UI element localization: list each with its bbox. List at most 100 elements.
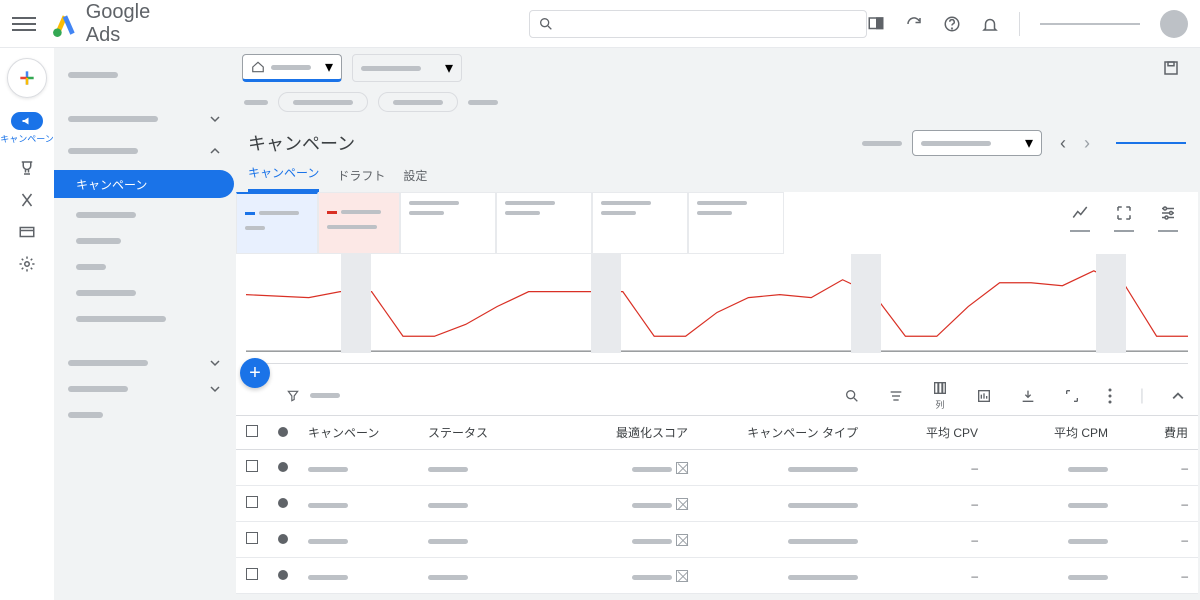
nav-item[interactable] xyxy=(54,350,234,376)
bell-icon[interactable] xyxy=(981,15,999,33)
columns-button[interactable]: 列 xyxy=(932,380,948,411)
search-icon xyxy=(538,16,554,32)
nav-item[interactable] xyxy=(54,228,234,254)
row-checkbox[interactable] xyxy=(246,532,258,544)
nav-item[interactable] xyxy=(54,202,234,228)
scorecard[interactable] xyxy=(318,192,400,254)
download-icon[interactable] xyxy=(1020,388,1036,404)
table-row[interactable]: –– xyxy=(236,558,1198,594)
scorecards xyxy=(236,192,1198,254)
status-header-icon xyxy=(278,427,288,437)
tab-settings[interactable]: 設定 xyxy=(403,167,427,192)
opt-score-icon xyxy=(676,462,688,474)
reports-icon[interactable] xyxy=(976,388,992,404)
left-rail: キャンペーン xyxy=(0,48,54,600)
nav-item[interactable] xyxy=(54,280,234,306)
avatar[interactable] xyxy=(1160,10,1188,38)
date-next[interactable]: › xyxy=(1076,132,1098,154)
table-toolbar: 列 | xyxy=(236,374,1198,415)
separator xyxy=(1019,12,1020,36)
settings-icon[interactable] xyxy=(18,255,36,273)
menu-icon[interactable] xyxy=(12,12,36,36)
expand-button[interactable] xyxy=(1114,204,1134,232)
select-all-checkbox[interactable] xyxy=(246,425,258,437)
filter-chip[interactable] xyxy=(378,92,458,112)
sliders-icon xyxy=(1159,204,1177,222)
table-row[interactable]: –– xyxy=(236,522,1198,558)
segment-icon[interactable] xyxy=(888,388,904,404)
compare-indicator xyxy=(1116,142,1186,144)
chart-type-button[interactable] xyxy=(1070,204,1090,232)
page-title: キャンペーン xyxy=(248,130,355,156)
megaphone-icon xyxy=(20,115,34,127)
nav-item[interactable] xyxy=(54,138,234,164)
filter-icon[interactable] xyxy=(286,389,300,403)
expand-icon[interactable] xyxy=(1064,388,1080,404)
row-checkbox[interactable] xyxy=(246,460,258,472)
row-checkbox[interactable] xyxy=(246,496,258,508)
tab-drafts[interactable]: ドラフト xyxy=(337,167,385,192)
scorecard[interactable] xyxy=(496,192,592,254)
line-chart-icon xyxy=(1071,204,1089,222)
more-icon[interactable] xyxy=(1108,388,1112,404)
nav-item[interactable] xyxy=(54,306,234,332)
campaigns-table: キャンペーン ステータス 最適化スコア キャンペーン タイプ 平均 CPV 平均… xyxy=(236,415,1198,594)
chevron-up-icon xyxy=(210,146,220,156)
opt-score-icon xyxy=(676,534,688,546)
table-row[interactable]: –– xyxy=(236,450,1198,486)
opt-score-icon xyxy=(676,498,688,510)
brand-text: Google Ads xyxy=(86,1,189,47)
status-dot xyxy=(278,462,288,472)
account-name[interactable] xyxy=(1040,23,1140,25)
nav-panel: キャンペーン xyxy=(54,48,234,600)
add-campaign-fab[interactable]: + xyxy=(240,358,270,388)
refresh-icon[interactable] xyxy=(905,15,923,33)
home-icon xyxy=(251,60,265,74)
nav-item[interactable] xyxy=(54,254,234,280)
filter-chip[interactable] xyxy=(278,92,368,112)
chevron-down-icon xyxy=(210,384,220,394)
tools-icon[interactable] xyxy=(18,191,36,209)
adjust-button[interactable] xyxy=(1158,204,1178,232)
status-dot xyxy=(278,498,288,508)
expand-icon xyxy=(1115,204,1133,222)
status-dot xyxy=(278,570,288,580)
sub-tabs: キャンペーン ドラフト 設定 xyxy=(234,160,1200,192)
present-icon[interactable] xyxy=(867,15,885,33)
nav-item[interactable] xyxy=(54,402,234,428)
main-content: ▾ ▾ キャンペーン ▾ ‹ › キャンペーン ドラフト 設定 xyxy=(234,48,1200,600)
columns-icon xyxy=(932,380,948,396)
scorecard[interactable] xyxy=(236,192,318,254)
google-ads-logo-icon xyxy=(52,11,78,37)
trophy-icon[interactable] xyxy=(18,159,36,177)
trend-chart xyxy=(246,254,1188,364)
search-icon[interactable] xyxy=(844,388,860,404)
create-button[interactable] xyxy=(7,58,47,98)
date-prev[interactable]: ‹ xyxy=(1052,132,1074,154)
filter-chips xyxy=(234,88,1200,116)
save-icon[interactable] xyxy=(1162,59,1180,77)
table-row[interactable]: –– xyxy=(236,486,1198,522)
separator: | xyxy=(1140,387,1144,405)
row-checkbox[interactable] xyxy=(246,568,258,580)
app-header: Google Ads xyxy=(0,0,1200,48)
tab-campaigns[interactable]: キャンペーン xyxy=(248,164,319,192)
nav-item[interactable] xyxy=(54,62,234,88)
nav-item[interactable] xyxy=(54,376,234,402)
nav-item[interactable] xyxy=(54,106,234,132)
opt-score-icon xyxy=(676,570,688,582)
chevron-down-icon xyxy=(210,114,220,124)
billing-icon[interactable] xyxy=(18,223,36,241)
chevron-down-icon xyxy=(210,358,220,368)
scorecard[interactable] xyxy=(592,192,688,254)
scorecard[interactable] xyxy=(400,192,496,254)
date-range-dropdown[interactable]: ▾ xyxy=(912,130,1042,156)
help-icon[interactable] xyxy=(943,15,961,33)
search-input[interactable] xyxy=(529,10,867,38)
scorecard[interactable] xyxy=(688,192,784,254)
account-dropdown[interactable]: ▾ xyxy=(242,54,342,82)
chevron-up-icon[interactable] xyxy=(1172,390,1184,402)
scope-dropdown[interactable]: ▾ xyxy=(352,54,462,82)
nav-campaigns-active[interactable]: キャンペーン xyxy=(54,170,234,198)
rail-campaigns[interactable]: キャンペーン xyxy=(0,112,54,145)
